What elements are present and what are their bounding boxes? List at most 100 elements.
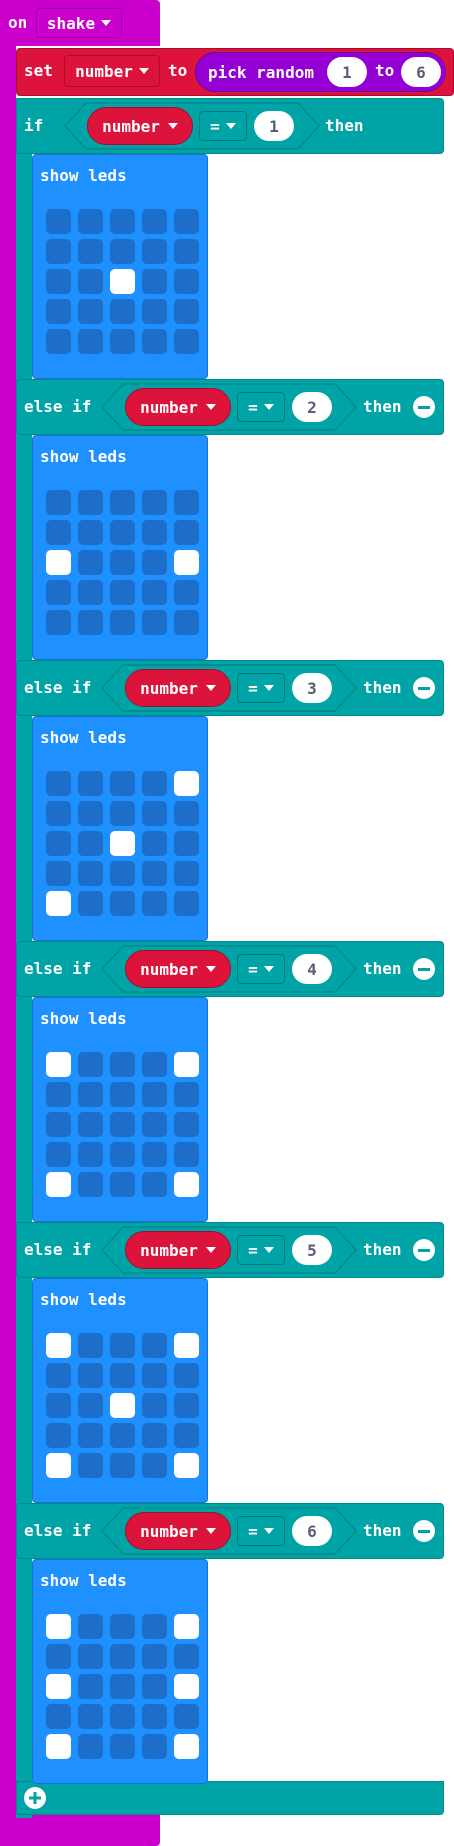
remove-branch-button[interactable] xyxy=(413,1520,435,1542)
led-off[interactable] xyxy=(78,831,103,856)
compare-value-input[interactable]: 6 xyxy=(292,1516,332,1546)
led-off[interactable] xyxy=(174,580,199,605)
led-off[interactable] xyxy=(46,1082,71,1107)
variable-reporter[interactable]: number xyxy=(87,107,193,145)
led-off[interactable] xyxy=(46,299,71,324)
led-off[interactable] xyxy=(46,861,71,886)
led-off[interactable] xyxy=(78,520,103,545)
variable-reporter[interactable]: number xyxy=(125,1512,231,1550)
led-off[interactable] xyxy=(110,1644,135,1669)
led-off[interactable] xyxy=(78,1052,103,1077)
led-off[interactable] xyxy=(174,490,199,515)
led-on[interactable] xyxy=(46,1674,71,1699)
led-on[interactable] xyxy=(174,550,199,575)
led-off[interactable] xyxy=(78,1423,103,1448)
led-off[interactable] xyxy=(142,1734,167,1759)
led-off[interactable] xyxy=(174,1423,199,1448)
led-off[interactable] xyxy=(78,1734,103,1759)
led-on[interactable] xyxy=(46,1052,71,1077)
led-off[interactable] xyxy=(46,1423,71,1448)
led-off[interactable] xyxy=(78,1614,103,1639)
led-off[interactable] xyxy=(110,1052,135,1077)
led-off[interactable] xyxy=(110,580,135,605)
compare-value-input[interactable]: 1 xyxy=(254,111,294,141)
led-off[interactable] xyxy=(46,1644,71,1669)
led-off[interactable] xyxy=(46,1704,71,1729)
led-on[interactable] xyxy=(46,1453,71,1478)
led-off[interactable] xyxy=(110,239,135,264)
led-off[interactable] xyxy=(174,831,199,856)
led-on[interactable] xyxy=(174,1453,199,1478)
led-off[interactable] xyxy=(46,1142,71,1167)
led-off[interactable] xyxy=(78,771,103,796)
led-off[interactable] xyxy=(46,610,71,635)
led-off[interactable] xyxy=(142,1052,167,1077)
led-off[interactable] xyxy=(174,239,199,264)
random-max-input[interactable]: 6 xyxy=(401,57,441,87)
led-off[interactable] xyxy=(142,520,167,545)
variable-reporter[interactable]: number xyxy=(125,388,231,426)
led-off[interactable] xyxy=(78,1172,103,1197)
led-off[interactable] xyxy=(78,1363,103,1388)
led-off[interactable] xyxy=(142,550,167,575)
led-off[interactable] xyxy=(110,520,135,545)
led-on[interactable] xyxy=(46,891,71,916)
led-off[interactable] xyxy=(78,239,103,264)
led-off[interactable] xyxy=(110,801,135,826)
led-on[interactable] xyxy=(174,1052,199,1077)
led-off[interactable] xyxy=(78,1142,103,1167)
led-off[interactable] xyxy=(142,1172,167,1197)
led-off[interactable] xyxy=(110,610,135,635)
led-off[interactable] xyxy=(142,1393,167,1418)
led-off[interactable] xyxy=(46,269,71,294)
led-off[interactable] xyxy=(110,891,135,916)
operator-dropdown[interactable]: = xyxy=(237,954,285,984)
led-off[interactable] xyxy=(78,490,103,515)
compare-value-input[interactable]: 2 xyxy=(292,392,332,422)
remove-branch-button[interactable] xyxy=(413,958,435,980)
led-off[interactable] xyxy=(78,1393,103,1418)
led-on[interactable] xyxy=(174,1674,199,1699)
led-on[interactable] xyxy=(46,550,71,575)
led-on[interactable] xyxy=(174,771,199,796)
compare-value-input[interactable]: 3 xyxy=(292,673,332,703)
led-on[interactable] xyxy=(110,269,135,294)
led-on[interactable] xyxy=(46,1333,71,1358)
led-off[interactable] xyxy=(46,1363,71,1388)
led-off[interactable] xyxy=(46,771,71,796)
variable-reporter[interactable]: number xyxy=(125,950,231,988)
led-off[interactable] xyxy=(78,610,103,635)
led-off[interactable] xyxy=(142,1644,167,1669)
led-off[interactable] xyxy=(110,1734,135,1759)
led-on[interactable] xyxy=(46,1734,71,1759)
led-off[interactable] xyxy=(142,771,167,796)
led-off[interactable] xyxy=(46,831,71,856)
led-off[interactable] xyxy=(142,490,167,515)
random-min-input[interactable]: 1 xyxy=(327,57,367,87)
led-off[interactable] xyxy=(78,801,103,826)
led-off[interactable] xyxy=(78,1644,103,1669)
led-off[interactable] xyxy=(78,1674,103,1699)
led-off[interactable] xyxy=(142,1674,167,1699)
led-off[interactable] xyxy=(110,209,135,234)
led-off[interactable] xyxy=(142,831,167,856)
compare-value-input[interactable]: 5 xyxy=(292,1235,332,1265)
led-off[interactable] xyxy=(78,1112,103,1137)
remove-branch-button[interactable] xyxy=(413,1239,435,1261)
led-off[interactable] xyxy=(110,1704,135,1729)
led-off[interactable] xyxy=(110,1112,135,1137)
led-off[interactable] xyxy=(110,1674,135,1699)
led-off[interactable] xyxy=(110,771,135,796)
led-off[interactable] xyxy=(142,891,167,916)
led-off[interactable] xyxy=(174,209,199,234)
led-off[interactable] xyxy=(142,1453,167,1478)
led-off[interactable] xyxy=(78,329,103,354)
led-off[interactable] xyxy=(142,1082,167,1107)
led-off[interactable] xyxy=(142,1333,167,1358)
operator-dropdown[interactable]: = xyxy=(199,111,247,141)
led-on[interactable] xyxy=(174,1333,199,1358)
led-off[interactable] xyxy=(142,1363,167,1388)
led-on[interactable] xyxy=(110,831,135,856)
led-off[interactable] xyxy=(46,490,71,515)
led-off[interactable] xyxy=(78,861,103,886)
